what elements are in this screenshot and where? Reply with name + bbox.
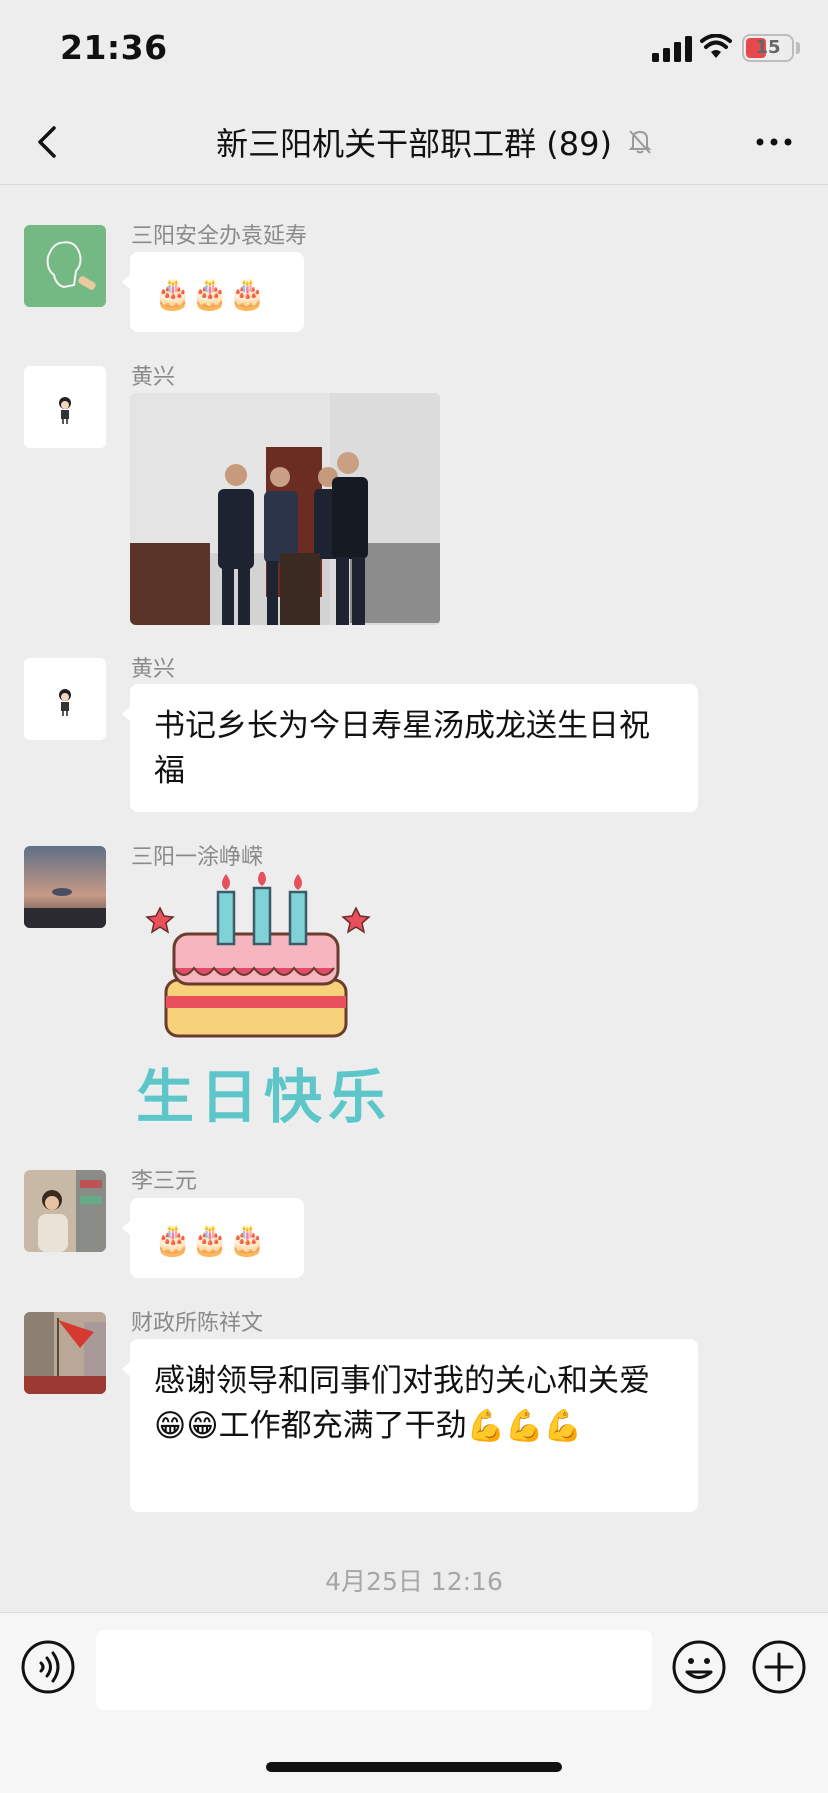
battery-icon: 15: [742, 34, 794, 62]
chat-header: 新三阳机关干部职工群 (89): [0, 100, 828, 185]
message-text: 🎂🎂🎂: [154, 277, 267, 312]
chat-timestamp: 4月25日 12:16: [325, 1567, 503, 1596]
avatar-image: [24, 846, 106, 928]
avatar[interactable]: [24, 846, 106, 928]
avatar-image: [24, 658, 106, 740]
birthday-sticker[interactable]: 生日快乐: [130, 872, 400, 1132]
avatar[interactable]: [24, 658, 106, 740]
plus-icon[interactable]: [751, 1639, 807, 1695]
sender-name: 财政所陈祥文: [131, 1311, 264, 1336]
sender-name: 三阳安全办袁延寿: [131, 224, 308, 249]
message-text: 书记乡长为今日寿星汤成龙送生日祝福: [154, 708, 650, 789]
message-bubble[interactable]: 🎂🎂🎂: [122, 252, 304, 332]
avatar-image: [24, 1170, 106, 1252]
battery-level: 15: [755, 37, 781, 58]
status-bar: 21:36 15: [0, 0, 828, 100]
avatar[interactable]: [24, 225, 106, 307]
home-indicator: [266, 1762, 562, 1772]
voice-input-icon[interactable]: [20, 1639, 76, 1695]
avatar[interactable]: [24, 1312, 106, 1394]
status-time: 21:36: [60, 28, 168, 67]
emoji-icon[interactable]: [671, 1639, 727, 1695]
message-photo[interactable]: [130, 393, 440, 625]
message-bubble[interactable]: 书记乡长为今日寿星汤成龙送生日祝福: [122, 684, 698, 812]
sender-name: 李三元: [131, 1169, 198, 1194]
message-text: 🎂🎂🎂: [154, 1223, 267, 1258]
sender-name: 黄兴: [131, 365, 176, 390]
avatar-image: [24, 225, 106, 307]
avatar-image: [24, 1312, 106, 1394]
sender-name: 三阳一涂峥嵘: [131, 845, 264, 870]
input-bar: [0, 1612, 828, 1793]
signal-icon: [652, 36, 692, 62]
message-bubble[interactable]: 感谢领导和同事们对我的关心和关爱 😁😁工作都充满了干劲💪💪💪: [122, 1339, 698, 1512]
sender-name: 黄兴: [131, 657, 176, 682]
mute-bell-icon: [628, 130, 652, 154]
wifi-icon: [700, 34, 732, 58]
sticker-text: 生日快乐: [136, 1063, 393, 1131]
message-input[interactable]: [96, 1630, 652, 1710]
message-bubble[interactable]: 🎂🎂🎂: [122, 1198, 304, 1278]
chat-title: 新三阳机关干部职工群 (89): [216, 125, 612, 163]
message-text: 感谢领导和同事们对我的关心和关爱 😁😁工作都充满了干劲💪💪💪: [154, 1363, 650, 1444]
photo-image: [130, 393, 440, 625]
more-icon[interactable]: [750, 122, 798, 162]
avatar-image: [24, 366, 106, 448]
birthday-cake-icon: [145, 872, 371, 1038]
avatar[interactable]: [24, 366, 106, 448]
avatar[interactable]: [24, 1170, 106, 1252]
